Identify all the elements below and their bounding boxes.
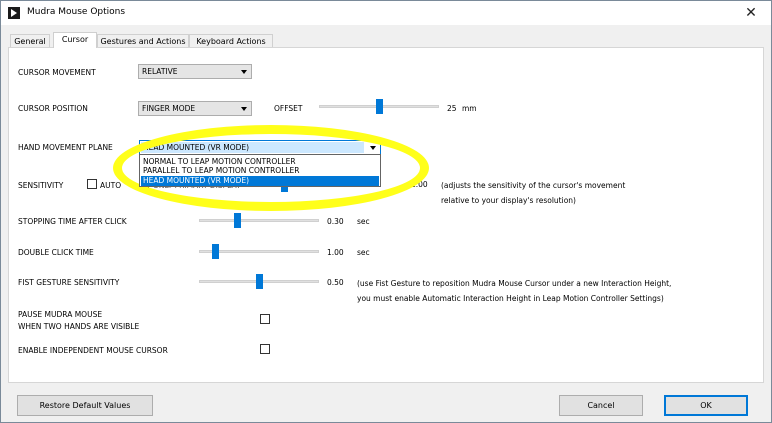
ok-button[interactable]: OK xyxy=(664,395,748,416)
independent-cursor-checkbox[interactable] xyxy=(260,344,270,354)
double-click-time-label: DOUBLE CLICK TIME xyxy=(18,248,94,257)
pause-two-hands-label-line1: PAUSE MUDRA MOUSE xyxy=(18,310,103,319)
restore-defaults-button[interactable]: Restore Default Values xyxy=(17,395,153,416)
cursor-movement-value: RELATIVE xyxy=(142,67,178,76)
cursor-position-select[interactable]: FINGER MODE xyxy=(138,101,252,116)
sensitivity-note-line2: relative to your display's resolution) xyxy=(441,196,576,205)
offset-value: 25 xyxy=(447,104,457,113)
chevron-down-icon xyxy=(241,107,247,111)
offset-unit: mm xyxy=(462,104,477,113)
tab-cursor[interactable]: Cursor xyxy=(53,32,97,48)
app-logo-icon xyxy=(8,7,20,19)
cursor-settings-panel xyxy=(8,47,764,383)
hand-movement-plane-label: HAND MOVEMENT PLANE xyxy=(18,143,113,152)
cancel-button[interactable]: Cancel xyxy=(559,395,643,416)
pause-two-hands-label-line2: WHEN TWO HANDS ARE VISIBLE xyxy=(18,322,140,331)
window-title: Mudra Mouse Options xyxy=(27,7,126,17)
chevron-down-icon xyxy=(370,146,376,150)
stopping-time-value: 0.30 xyxy=(327,217,344,226)
options-window: Mudra Mouse Options ✕ General Cursor Ges… xyxy=(0,0,772,423)
hand-movement-plane-value: HEAD MOUNTED (VR MODE) xyxy=(143,143,250,152)
double-click-unit: sec xyxy=(357,248,370,257)
tab-general[interactable]: General xyxy=(10,34,50,48)
tab-keyboard-actions[interactable]: Keyboard Actions xyxy=(189,34,273,48)
option-head-mounted[interactable]: HEAD MOUNTED (VR MODE) xyxy=(141,176,379,186)
auto-sensitivity-label: AUTO xyxy=(100,181,122,190)
fist-gesture-label: FIST GESTURE SENSITIVITY xyxy=(18,278,120,287)
stopping-time-slider-thumb[interactable] xyxy=(234,213,241,228)
double-click-slider-thumb[interactable] xyxy=(212,244,219,259)
cursor-position-label: CURSOR POSITION xyxy=(18,104,88,113)
fist-gesture-value: 0.50 xyxy=(327,278,344,287)
cursor-position-value: FINGER MODE xyxy=(142,104,196,113)
sensitivity-label: SENSITIVITY xyxy=(18,181,64,190)
cursor-movement-label: CURSOR MOVEMENT xyxy=(18,68,96,77)
fist-gesture-note-line1: (use Fist Gesture to reposition Mudra Mo… xyxy=(357,279,672,288)
cursor-movement-select[interactable]: RELATIVE xyxy=(138,64,252,79)
stopping-time-slider-track[interactable] xyxy=(199,219,319,222)
offset-label: OFFSET xyxy=(274,104,303,113)
sensitivity-value: 1.00 xyxy=(411,180,428,189)
pause-two-hands-checkbox[interactable] xyxy=(260,314,270,324)
independent-cursor-label: ENABLE INDEPENDENT MOUSE CURSOR xyxy=(18,346,168,355)
close-button[interactable]: ✕ xyxy=(739,3,763,23)
tab-gestures-and-actions[interactable]: Gestures and Actions xyxy=(97,34,189,48)
auto-sensitivity-checkbox[interactable] xyxy=(87,179,97,189)
fist-gesture-slider-thumb[interactable] xyxy=(256,274,263,289)
hand-movement-plane-options: NORMAL TO LEAP MOTION CONTROLLER PARALLE… xyxy=(139,154,381,187)
fist-gesture-note-line2: you must enable Automatic Interaction He… xyxy=(357,294,664,303)
hand-movement-plane-select[interactable]: HEAD MOUNTED (VR MODE) xyxy=(139,140,381,155)
double-click-value: 1.00 xyxy=(327,248,344,257)
sensitivity-note-line1: (adjusts the sensitivity of the cursor's… xyxy=(441,181,626,190)
title-bar[interactable]: Mudra Mouse Options ✕ xyxy=(1,1,771,25)
stopping-time-unit: sec xyxy=(357,217,370,226)
offset-slider-thumb[interactable] xyxy=(376,99,383,114)
stopping-time-label: STOPPING TIME AFTER CLICK xyxy=(18,217,127,226)
chevron-down-icon xyxy=(241,70,247,74)
option-parallel-to-leap[interactable]: PARALLEL TO LEAP MOTION CONTROLLER xyxy=(141,166,379,176)
